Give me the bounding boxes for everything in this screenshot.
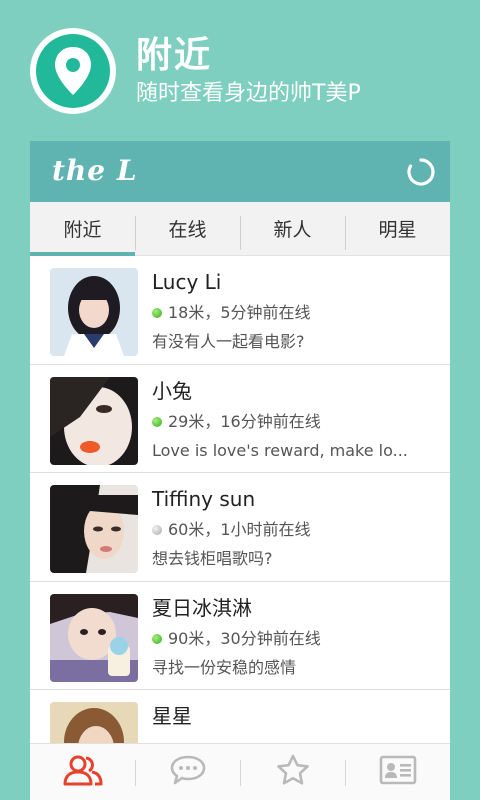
avatar[interactable] xyxy=(50,702,138,743)
online-dot-icon xyxy=(152,416,162,427)
status-text: 90米，30分钟前在线 xyxy=(168,628,321,648)
list-item[interactable]: 星星 xyxy=(30,690,450,743)
user-name: Tiffiny sun xyxy=(152,487,256,511)
user-status: 18米，5分钟前在线 xyxy=(152,302,311,324)
nav-profile[interactable] xyxy=(345,744,450,800)
people-icon xyxy=(62,754,104,790)
list-item[interactable]: 夏日冰淇淋 90米，30分钟前在线 寻找一份安稳的感情 xyxy=(30,582,450,690)
title-bar: the L xyxy=(30,141,450,202)
avatar[interactable] xyxy=(50,376,138,465)
user-signature: 寻找一份安稳的感情 xyxy=(152,657,297,677)
user-status: 29米，16分钟前在线 xyxy=(152,411,321,433)
offline-dot-icon xyxy=(152,525,162,535)
tab-online[interactable]: 在线 xyxy=(135,202,240,255)
user-status: 90米，30分钟前在线 xyxy=(152,628,321,650)
list-item[interactable]: 小兔 29米，16分钟前在线 Love is love's reward, ma… xyxy=(30,365,450,473)
star-icon xyxy=(276,754,310,790)
user-name: 小兔 xyxy=(152,378,192,403)
list-item[interactable]: Lucy Li 18米，5分钟前在线 有没有人一起看电影? xyxy=(30,256,450,365)
status-text: 60米，1小时前在线 xyxy=(168,520,311,539)
location-pin-icon xyxy=(30,28,116,114)
online-dot-icon xyxy=(152,308,162,318)
app-logo: the L xyxy=(52,154,138,187)
promo-subtitle: 随时查看身边的帅T美P xyxy=(136,81,361,106)
nav-people[interactable] xyxy=(30,744,135,800)
avatar[interactable] xyxy=(50,268,138,356)
user-list: Lucy Li 18米，5分钟前在线 有没有人一起看电影? 小兔 29米，16分… xyxy=(30,256,450,743)
tab-bar: 附近 在线 新人 明星 xyxy=(30,202,450,256)
bottom-nav xyxy=(30,743,450,800)
user-signature: 想去钱柜唱歌吗? xyxy=(152,549,273,568)
online-dot-icon xyxy=(152,633,162,644)
avatar[interactable] xyxy=(50,485,138,573)
promo-header: 附近 随时查看身边的帅T美P xyxy=(0,0,480,140)
user-status: 60米，1小时前在线 xyxy=(152,519,311,541)
avatar[interactable] xyxy=(50,593,138,682)
promo-title: 附近 xyxy=(136,35,213,76)
tab-new[interactable]: 新人 xyxy=(240,202,345,255)
refresh-icon[interactable] xyxy=(406,157,436,187)
user-name: Lucy Li xyxy=(152,270,222,294)
nav-chat[interactable] xyxy=(135,744,240,800)
nav-favorites[interactable] xyxy=(240,744,345,800)
list-item[interactable]: Tiffiny sun 60米，1小时前在线 想去钱柜唱歌吗? xyxy=(30,473,450,582)
contact-card-icon xyxy=(379,755,417,789)
status-text: 29米，16分钟前在线 xyxy=(168,411,321,431)
user-name: 夏日冰淇淋 xyxy=(152,595,252,620)
user-signature: Love is love's reward, make lo... xyxy=(152,440,408,460)
status-text: 18米，5分钟前在线 xyxy=(168,303,311,322)
chat-bubble-icon xyxy=(169,754,207,790)
app-window: the L 附近 在线 新人 明星 Lucy Li 18米，5分钟前在线 有没有… xyxy=(30,141,450,800)
user-name: 星星 xyxy=(152,704,192,728)
tab-stars[interactable]: 明星 xyxy=(345,202,450,255)
tab-nearby[interactable]: 附近 xyxy=(30,202,135,256)
user-signature: 有没有人一起看电影? xyxy=(152,332,305,351)
